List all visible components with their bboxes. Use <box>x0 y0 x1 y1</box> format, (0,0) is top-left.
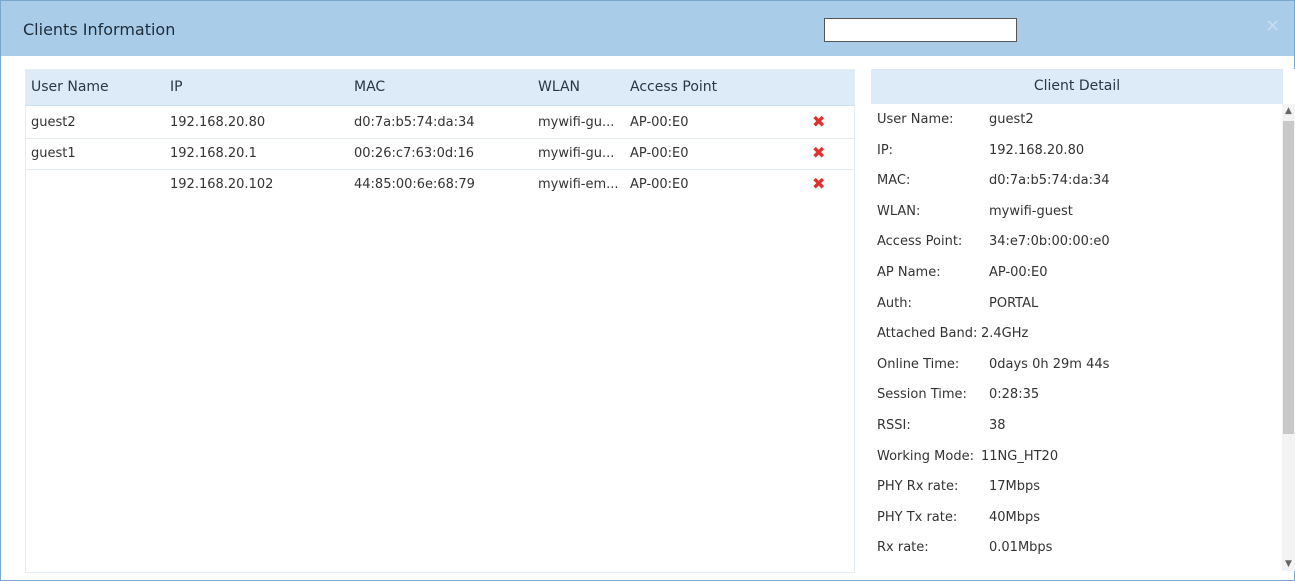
detail-row-phy-tx-rate: PHY Tx rate: 40Mbps <box>877 510 1277 540</box>
cell-mac: 00:26:c7:63:0d:16 <box>354 146 475 161</box>
detail-value: guest2 <box>989 112 1034 127</box>
detail-row-ap-name: AP Name: AP-00:E0 <box>877 265 1277 295</box>
detail-scrollbar[interactable]: ▲ ▼ <box>1282 104 1295 571</box>
client-detail-header: Client Detail <box>871 69 1283 104</box>
close-icon[interactable]: × <box>1265 15 1280 36</box>
detail-row-access-point: Access Point: 34:e7:0b:00:00:e0 <box>877 234 1277 264</box>
detail-label: Session Time: <box>877 387 967 402</box>
detail-row-user-name: User Name: guest2 <box>877 112 1277 142</box>
detail-label: Auth: <box>877 296 912 311</box>
cell-wlan: mywifi-gu... <box>538 115 615 130</box>
cell-ip: 192.168.20.80 <box>170 115 266 130</box>
detail-label: Online Time: <box>877 357 960 372</box>
dialog-titlebar: Clients Information × <box>1 1 1294 56</box>
column-header-ip[interactable]: IP <box>170 79 183 95</box>
table-row[interactable]: 192.168.20.102 44:85:00:6e:68:79 mywifi-… <box>26 169 854 200</box>
column-header-access-point[interactable]: Access Point <box>630 79 717 95</box>
scrollbar-thumb[interactable] <box>1283 121 1294 434</box>
clients-information-dialog: Clients Information × User Name IP MAC W… <box>0 0 1295 581</box>
delete-icon[interactable]: ✖ <box>812 174 825 193</box>
detail-value: AP-00:E0 <box>989 265 1048 280</box>
detail-label: User Name: <box>877 112 954 127</box>
cell-user-name: guest1 <box>31 146 76 161</box>
column-header-user-name[interactable]: User Name <box>31 79 109 95</box>
cell-wlan: mywifi-gu... <box>538 146 615 161</box>
cell-access-point: AP-00:E0 <box>630 115 689 130</box>
detail-row-working-mode: Working Mode: 11NG_HT20 <box>877 449 1277 479</box>
delete-icon[interactable]: ✖ <box>812 112 825 131</box>
detail-row-mac: MAC: d0:7a:b5:74:da:34 <box>877 173 1277 203</box>
table-header: User Name IP MAC WLAN Access Point <box>26 70 854 106</box>
dialog-title: Clients Information <box>23 20 176 39</box>
table-row[interactable]: guest2 192.168.20.80 d0:7a:b5:74:da:34 m… <box>26 107 854 139</box>
detail-value: 0.01Mbps <box>989 540 1053 555</box>
detail-label: Access Point: <box>877 234 963 249</box>
detail-row-rx-rate: Rx rate: 0.01Mbps <box>877 540 1277 570</box>
cell-access-point: AP-00:E0 <box>630 177 689 192</box>
cell-ip: 192.168.20.1 <box>170 146 257 161</box>
detail-label: PHY Rx rate: <box>877 479 959 494</box>
detail-value: 17Mbps <box>989 479 1041 494</box>
detail-value: 38 <box>989 418 1006 433</box>
detail-value: 2.4GHz <box>981 326 1029 341</box>
table-row[interactable]: guest1 192.168.20.1 00:26:c7:63:0d:16 my… <box>26 138 854 170</box>
cell-wlan: mywifi-em... <box>538 177 619 192</box>
scroll-down-icon[interactable]: ▼ <box>1282 557 1295 571</box>
detail-row-phy-rx-rate: PHY Rx rate: 17Mbps <box>877 479 1277 509</box>
delete-icon[interactable]: ✖ <box>812 143 825 162</box>
detail-value: 192.168.20.80 <box>989 143 1085 158</box>
detail-label: IP: <box>877 143 894 158</box>
detail-value: 34:e7:0b:00:00:e0 <box>989 234 1110 249</box>
column-header-wlan[interactable]: WLAN <box>538 79 580 95</box>
detail-label: PHY Tx rate: <box>877 510 958 525</box>
cell-mac: 44:85:00:6e:68:79 <box>354 177 475 192</box>
search-input[interactable] <box>824 18 1017 42</box>
scroll-up-icon[interactable]: ▲ <box>1282 104 1295 118</box>
detail-row-wlan: WLAN: mywifi-guest <box>877 204 1277 234</box>
detail-value: 0days 0h 29m 44s <box>989 357 1110 372</box>
detail-label: Rx rate: <box>877 540 929 555</box>
detail-row-attached-band: Attached Band: 2.4GHz <box>877 326 1277 356</box>
detail-value: PORTAL <box>989 296 1039 311</box>
detail-label: AP Name: <box>877 265 941 280</box>
detail-value: 0:28:35 <box>989 387 1040 402</box>
detail-label: WLAN: <box>877 204 921 219</box>
detail-value: 40Mbps <box>989 510 1041 525</box>
detail-row-session-time: Session Time: 0:28:35 <box>877 387 1277 417</box>
clients-table: User Name IP MAC WLAN Access Point guest… <box>25 69 855 573</box>
detail-label: Working Mode: <box>877 449 974 464</box>
detail-label: RSSI: <box>877 418 911 433</box>
detail-row-online-time: Online Time: 0days 0h 29m 44s <box>877 357 1277 387</box>
detail-row-auth: Auth: PORTAL <box>877 296 1277 326</box>
detail-value: mywifi-guest <box>989 204 1073 219</box>
client-detail-title: Client Detail <box>1033 78 1121 94</box>
cell-mac: d0:7a:b5:74:da:34 <box>354 115 475 130</box>
detail-value: 11NG_HT20 <box>981 449 1059 464</box>
cell-ip: 192.168.20.102 <box>170 177 274 192</box>
column-header-mac[interactable]: MAC <box>354 79 385 95</box>
client-detail-panel: Client Detail User Name: guest2 IP: 192.… <box>871 69 1295 571</box>
detail-label: Attached Band: <box>877 326 978 341</box>
cell-user-name: guest2 <box>31 115 76 130</box>
cell-access-point: AP-00:E0 <box>630 146 689 161</box>
detail-value: d0:7a:b5:74:da:34 <box>989 173 1110 188</box>
detail-row-rssi: RSSI: 38 <box>877 418 1277 448</box>
detail-label: MAC: <box>877 173 911 188</box>
detail-row-ip: IP: 192.168.20.80 <box>877 143 1277 173</box>
